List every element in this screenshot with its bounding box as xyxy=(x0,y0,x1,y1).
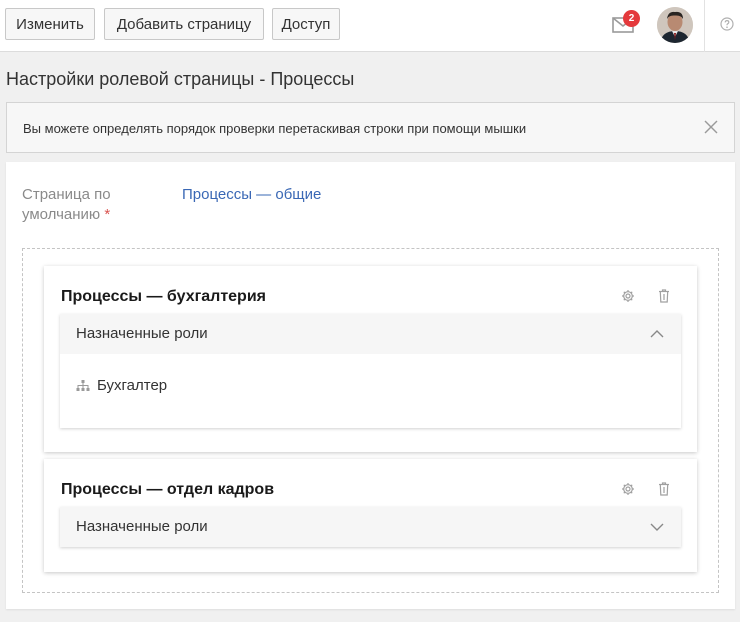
assigned-roles-label: Назначенные роли xyxy=(76,325,208,342)
close-icon[interactable] xyxy=(704,120,718,134)
trash-icon[interactable] xyxy=(658,482,670,496)
toolbar-divider xyxy=(704,0,705,52)
default-page-label-text: Страница по умолчанию xyxy=(22,186,111,223)
trash-icon[interactable] xyxy=(658,289,670,303)
top-toolbar: Изменить Добавить страницу Доступ 2 xyxy=(0,0,740,52)
chevron-up-icon[interactable] xyxy=(650,328,664,340)
role-page-card[interactable]: Процессы — бухгалтерия Назначенные роли … xyxy=(44,266,697,452)
chevron-down-icon[interactable] xyxy=(650,521,664,533)
role-item: Бухгалтер xyxy=(76,377,167,394)
assigned-roles-section: Назначенные роли xyxy=(60,314,681,428)
alert-text: Вы можете определять порядок проверки пе… xyxy=(23,121,527,136)
required-mark: * xyxy=(104,206,111,223)
add-page-button[interactable]: Добавить страницу xyxy=(104,8,264,40)
info-alert: Вы можете определять порядок проверки пе… xyxy=(6,102,735,153)
gear-icon[interactable] xyxy=(621,289,635,303)
assigned-roles-header[interactable]: Назначенные роли xyxy=(60,507,681,547)
role-page-title: Процессы — отдел кадров xyxy=(61,481,275,498)
help-icon[interactable] xyxy=(720,17,734,31)
role-page-card[interactable]: Процессы — отдел кадров Назначенные роли xyxy=(44,459,697,572)
notification-badge: 2 xyxy=(623,10,640,27)
role-label: Бухгалтер xyxy=(97,377,168,394)
gear-icon[interactable] xyxy=(621,482,635,496)
assigned-roles-header[interactable]: Назначенные роли xyxy=(60,314,681,354)
settings-panel: Страница по умолчанию * Процессы — общие… xyxy=(6,162,735,609)
role-page-title: Процессы — бухгалтерия xyxy=(61,288,266,305)
default-page-link[interactable]: Процессы — общие xyxy=(182,185,321,205)
avatar[interactable] xyxy=(657,7,693,43)
default-page-label: Страница по умолчанию * xyxy=(22,185,172,225)
page-title: Настройки ролевой страницы - Процессы xyxy=(6,69,355,89)
access-button[interactable]: Доступ xyxy=(272,8,340,40)
role-pages-dropzone: Процессы — бухгалтерия Назначенные роли … xyxy=(22,248,719,593)
assigned-roles-section: Назначенные роли xyxy=(60,507,681,547)
org-structure-icon xyxy=(76,379,90,392)
edit-button[interactable]: Изменить xyxy=(5,8,95,40)
assigned-roles-label: Назначенные роли xyxy=(76,518,208,535)
